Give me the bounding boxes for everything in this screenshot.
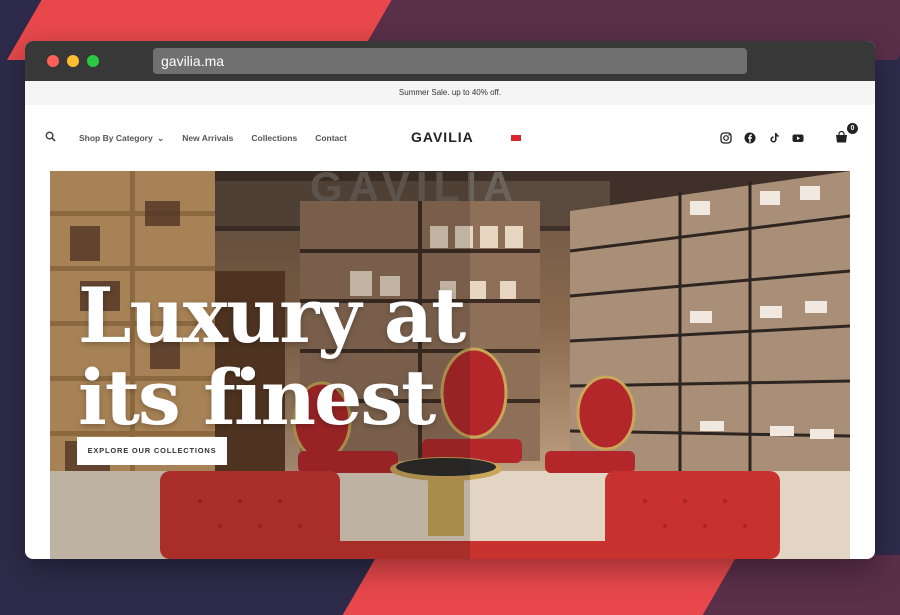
hero-title: Luxury at its finest [78,271,466,442]
language-flag-icon[interactable] [511,135,521,141]
social-links [720,132,804,144]
facebook-icon[interactable] [744,132,756,144]
youtube-icon[interactable] [792,132,804,144]
maximize-window-button[interactable] [87,55,99,67]
nav-collections[interactable]: Collections [251,133,297,144]
cart-button[interactable]: 0 [835,123,858,145]
nav-shop-by-category[interactable]: Shop By Category ⌄ [79,133,164,144]
site-logo[interactable]: GAVILIA [411,129,474,145]
explore-collections-button[interactable]: EXPLORE OUR COLLECTIONS [77,437,227,465]
search-icon[interactable] [45,131,56,144]
close-window-button[interactable] [47,55,59,67]
nav-contact[interactable]: Contact [315,133,347,144]
minimize-window-button[interactable] [67,55,79,67]
shopping-bag-icon [836,130,847,143]
url-bar[interactable]: gavilia.ma [153,48,747,74]
browser-titlebar: gavilia.ma [25,41,875,81]
cart-count-badge: 0 [847,123,858,134]
chevron-down-icon: ⌄ [157,133,165,143]
background-stripe-maroon-bottom [702,555,900,615]
nav-new-arrivals[interactable]: New Arrivals [182,133,233,144]
announcement-bar: Summer Sale. up to 40% off. [25,81,875,105]
hero-banner: GAVILIA [50,171,850,559]
hero-title-line-2: its finest [78,353,436,442]
instagram-icon[interactable] [720,132,732,144]
browser-window: gavilia.ma Summer Sale. up to 40% off. S… [25,41,875,559]
main-nav: Shop By Category ⌄ New Arrivals Collecti… [79,133,347,144]
site-header: Shop By Category ⌄ New Arrivals Collecti… [25,105,875,170]
tiktok-icon[interactable] [768,132,780,144]
hero-title-line-1: Luxury at [78,271,466,360]
nav-shop-by-category-label: Shop By Category [79,133,153,143]
